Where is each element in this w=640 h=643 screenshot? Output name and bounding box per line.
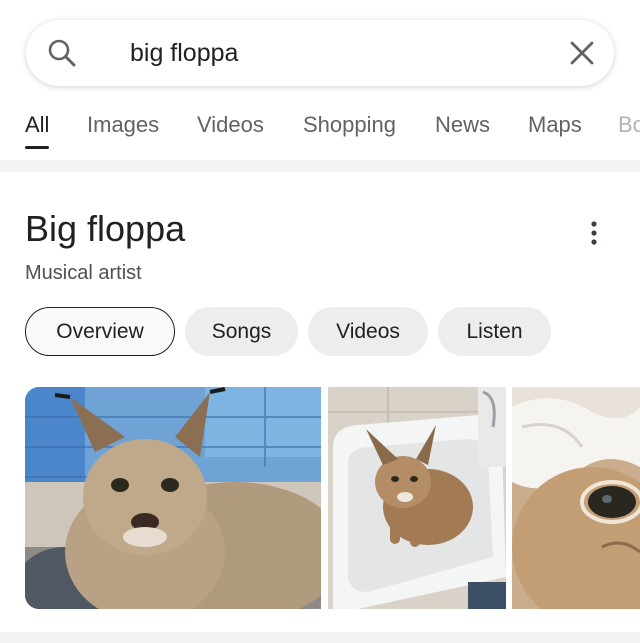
chip-videos[interactable]: Videos — [308, 307, 428, 356]
caracal-photo-closeup — [512, 387, 640, 609]
caracal-photo-bathtub — [328, 387, 506, 609]
tab-shopping[interactable]: Shopping — [303, 112, 396, 138]
tab-all[interactable]: All — [25, 112, 49, 138]
tab-videos[interactable]: Videos — [197, 112, 264, 138]
chip-overview[interactable]: Overview — [25, 307, 175, 356]
tab-images[interactable]: Images — [87, 112, 159, 138]
more-vert-icon[interactable] — [584, 220, 604, 246]
entity-subtitle: Musical artist — [25, 262, 142, 284]
section-divider — [0, 160, 640, 172]
caracal-photo-sitting — [25, 387, 321, 609]
entity-title: Big floppa — [25, 208, 186, 249]
search-bar[interactable]: big floppa — [26, 20, 614, 86]
search-input[interactable]: big floppa — [130, 36, 560, 70]
section-divider-bottom — [0, 632, 640, 643]
chip-listen[interactable]: Listen — [438, 307, 551, 356]
tab-news[interactable]: News — [435, 112, 490, 138]
tab-books[interactable]: Bo — [618, 112, 640, 138]
active-tab-indicator — [25, 146, 49, 149]
search-tabs: All Images Videos Shopping News Maps Bo — [0, 108, 640, 152]
search-icon[interactable] — [46, 37, 78, 69]
image-result-1[interactable] — [25, 387, 321, 609]
close-icon[interactable] — [568, 39, 596, 67]
image-result-2[interactable] — [328, 387, 506, 609]
tab-maps[interactable]: Maps — [528, 112, 582, 138]
image-result-3[interactable] — [512, 387, 640, 609]
chip-songs[interactable]: Songs — [185, 307, 298, 356]
